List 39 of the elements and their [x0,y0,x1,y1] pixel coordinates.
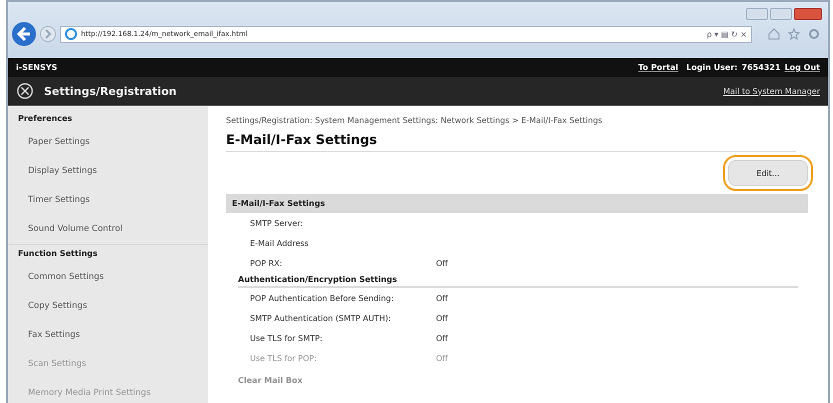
setting-label: POP RX: [250,258,284,268]
sidebar-item[interactable]: Paper Settings [8,128,208,157]
setting-value: Off [436,258,448,268]
section-subheading: Authentication/Encryption Settings [238,275,798,288]
browser-page-icon [65,28,77,40]
login-user-text: Login User: [686,63,738,72]
setting-label: SMTP Server: [250,218,304,228]
minimize-button[interactable] [746,8,768,20]
home-icon[interactable] [768,28,780,40]
maximize-button[interactable] [770,8,792,20]
panel-heading: E-Mail/I-Fax Settings [226,194,808,213]
sidebar-item[interactable]: Sound Volume Control [8,215,208,244]
setting-value: Off [436,334,448,342]
setting-label: SMTP Authentication (SMTP AUTH): [250,314,392,322]
setting-value: Off [436,354,448,362]
breadcrumb: Settings/Registration: System Management Settings: Network Settings > E-Mail/I-Fax Settings [226,116,604,125]
setting-label: Use TLS for SMTP: [250,334,324,342]
page-title: E-Mail/I-Fax Settings [226,133,796,152]
brand-logo: i-SENSYS [16,63,58,72]
setting-value: Off [436,294,448,302]
page-section-title: Settings/Registration [44,84,177,98]
setting-label: E-Mail Address [250,238,310,248]
header-link[interactable]: To Portal [638,63,678,72]
login-user-text: 7654321 [742,63,781,72]
sidebar-heading: Preferences [17,113,74,125]
sidebar-item[interactable]: Common Settings [8,263,208,292]
setting-value: Off [436,314,448,322]
sidebar-item[interactable]: Timer Settings [8,186,208,215]
setting-label: POP Authentication Before Sending: [250,294,395,302]
sidebar-item[interactable]: Copy Settings [8,292,208,321]
address-bar-buttons[interactable]: ρ ▾ ▤ ↻ × [706,30,747,38]
sidebar-item[interactable]: Display Settings [8,157,208,186]
setting-label: Use TLS for POP: [250,354,318,362]
sidebar-heading: Function Settings [8,244,208,263]
sidebar-item[interactable]: Fax Settings [8,321,208,350]
header-link[interactable]: Log Out [784,63,820,72]
close-button[interactable] [794,8,822,20]
star-icon[interactable] [788,28,800,40]
mail-link[interactable]: Mail to System Manager [723,86,820,96]
